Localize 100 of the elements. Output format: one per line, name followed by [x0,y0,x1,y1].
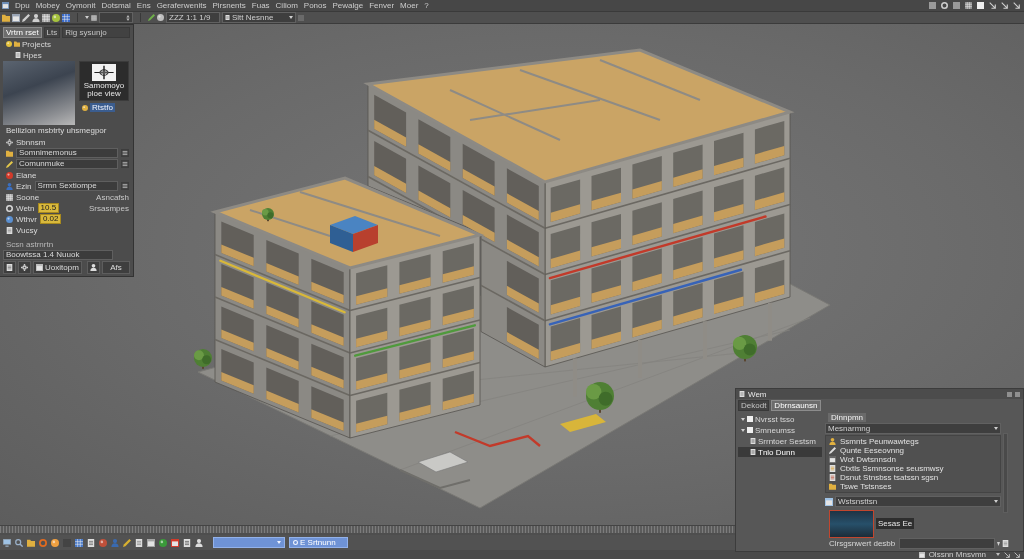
list-item[interactable]: Dsnut Stnsbss tsatssn sgsn [829,473,997,482]
document-icon[interactable] [87,538,95,547]
ring-icon[interactable] [941,2,948,9]
category-dropdown[interactable]: Mesnarmng [825,423,1001,434]
pencil-icon[interactable] [148,14,155,21]
window-icon [36,263,43,271]
list-item[interactable]: Wot Dwtsnnsdn [829,455,997,464]
folder-icon[interactable] [2,13,10,22]
text-field[interactable]: Somnimemonus [16,148,118,158]
disc-icon[interactable] [99,538,107,547]
disc-icon[interactable] [157,14,164,21]
caret-icon[interactable] [85,16,89,19]
path-field[interactable] [899,538,996,549]
window-icon[interactable] [12,13,20,22]
folder-icon[interactable] [27,538,35,547]
view-dropdown[interactable]: Sltt Nesnne [222,12,296,23]
preview-card[interactable]: Samomoyo ploe view [79,61,129,101]
panel-tab[interactable]: Lts [43,27,61,38]
list-item[interactable]: Tswe Tstsnses [829,482,997,491]
window [311,301,344,347]
menu-icon[interactable] [121,160,129,168]
grid-icon[interactable] [75,538,83,547]
window [714,271,744,315]
disc-icon[interactable] [51,538,59,547]
menu-item[interactable]: Pirsnents [212,0,246,11]
grid-icon[interactable] [42,13,50,22]
text-field[interactable]: Comunmuke [16,159,118,169]
popup-title[interactable]: Dlnnpmn [828,413,866,422]
menu-item[interactable]: Moer [400,0,419,11]
menu-item[interactable]: Ciliom [275,0,298,11]
arrow-icon[interactable] [1013,2,1020,9]
menu-item[interactable]: Dotsmal [101,0,131,11]
panel-tab[interactable]: Dekodt [738,400,770,411]
panel-tab[interactable]: Dbrnsaunsn [771,400,821,411]
menu-item[interactable]: Ens [136,0,151,11]
arrow-icon[interactable] [1014,551,1020,558]
image-placeholder[interactable] [829,510,874,538]
tree-item[interactable]: Projects [3,39,130,49]
value-field[interactable]: 10.5 [37,203,60,213]
value-field[interactable]: 0.02 [39,214,62,224]
tree-item[interactable]: Hpes [3,50,130,60]
group-label: Sbnnsm [16,137,46,147]
menu-item[interactable]: Dpu [15,0,30,11]
list-item[interactable]: Ctxtls Ssmnsonse seusmwsy [829,464,997,473]
menu-item[interactable]: Oymonit [65,0,96,11]
menu-item[interactable]: Pewalge [332,0,364,11]
input-field[interactable] [99,12,133,23]
caret-icon [289,16,293,19]
window-icon[interactable] [171,538,179,547]
list-item[interactable]: Qunte Eeseovnng [829,446,997,455]
icon-button[interactable] [3,260,16,274]
icon-button[interactable] [18,260,31,274]
window-icon[interactable] [147,538,155,547]
menu-item[interactable]: Fuas [251,0,270,11]
panel-tab[interactable]: Vrtrn rset [3,27,42,38]
arrow-icon[interactable] [1001,2,1008,9]
menu-item[interactable]: ? [424,0,429,11]
footer-button[interactable]: Uoxitopm [33,260,82,274]
tree-item[interactable]: Tnlo Dunn [738,447,822,457]
grid-icon[interactable] [91,14,97,21]
tree-item[interactable]: Nvrsst tsso [738,414,822,424]
text-field[interactable]: Boowtssa 1.4 Nuuok [3,250,113,260]
tree-item[interactable]: Smneumss [738,425,822,435]
document-icon[interactable] [135,538,143,547]
folder-icon [829,483,836,490]
spinner-icon[interactable] [126,14,130,21]
pencil-icon[interactable] [22,13,30,22]
pencil-icon[interactable] [123,538,131,547]
window-icon[interactable] [825,497,833,506]
icon-button[interactable] [87,260,100,274]
menu-item[interactable]: Mobey [35,0,60,11]
window [506,214,539,267]
action-button[interactable]: Afs [102,260,130,274]
disc-icon[interactable] [159,538,167,547]
person-icon[interactable] [32,13,40,22]
panel-tab[interactable]: Rig sysunjo [62,27,130,38]
tree-icon [262,208,274,222]
menu-icon[interactable] [121,182,129,190]
menu-icon[interactable] [121,149,129,157]
window [356,265,388,305]
arrow-icon[interactable] [989,2,996,9]
panel-title: Wem [748,389,767,399]
menu-item[interactable]: Geraferwenits [156,0,207,11]
disc-icon[interactable] [52,13,60,22]
filter-dropdown[interactable]: Wstsnsttsn [835,496,1001,507]
monitor-icon[interactable] [3,538,11,547]
equipment-drawing[interactable] [330,216,378,252]
person-icon[interactable] [195,538,203,547]
scale-field[interactable]: ZZZ 1:1 1/9 [166,12,220,23]
document-icon[interactable] [183,538,191,547]
arrow-icon[interactable] [1004,551,1010,558]
search-icon[interactable] [15,538,23,547]
menu-item[interactable]: Ponos [303,0,327,11]
list-item[interactable]: Ssmnts Peunwawtegs [829,437,997,446]
grid-icon[interactable] [62,13,70,22]
menu-item[interactable]: Fenver [369,0,395,11]
document-icon[interactable] [1002,540,1010,547]
text-field[interactable]: Srmn Sextiompe [34,181,118,191]
tree-item[interactable]: Srrntoer Sestsm [738,436,822,446]
ring-icon [6,204,13,212]
